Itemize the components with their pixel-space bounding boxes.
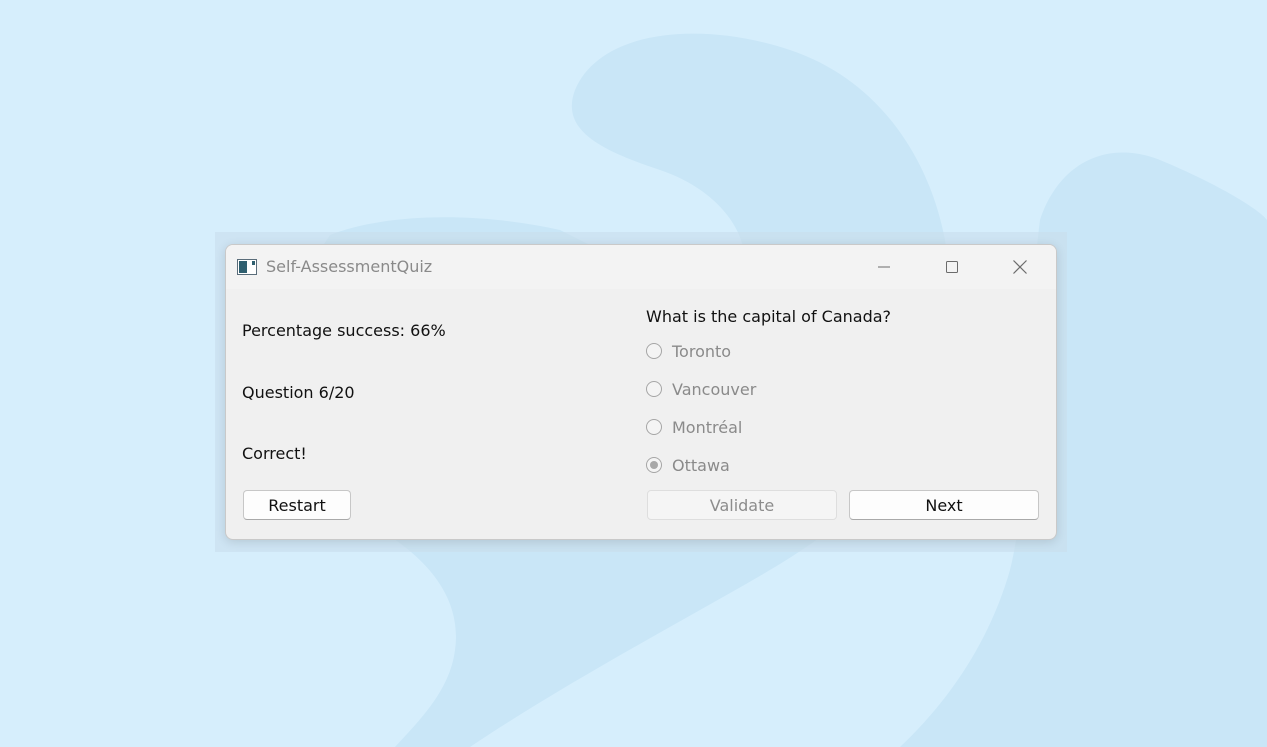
percentage-success-label: Percentage success: 66%: [242, 321, 446, 340]
next-button[interactable]: Next: [849, 490, 1039, 520]
close-button[interactable]: [986, 245, 1054, 289]
minimize-button[interactable]: [850, 245, 918, 289]
window-title: Self-AssessmentQuiz: [266, 257, 433, 276]
option-label: Montréal: [672, 417, 743, 437]
question-counter-label: Question 6/20: [242, 383, 355, 402]
option-toronto[interactable]: Toronto: [646, 340, 731, 362]
feedback-label: Correct!: [242, 444, 307, 463]
window-app-icon: [237, 259, 257, 275]
quiz-window: Self-AssessmentQuiz Percentage success: …: [225, 244, 1057, 540]
option-vancouver[interactable]: Vancouver: [646, 378, 756, 400]
radio-montreal[interactable]: [646, 419, 662, 435]
title-bar[interactable]: Self-AssessmentQuiz: [226, 245, 1056, 289]
restart-button[interactable]: Restart: [243, 490, 351, 520]
desktop-background: Self-AssessmentQuiz Percentage success: …: [0, 0, 1267, 747]
option-label: Toronto: [672, 341, 732, 361]
option-ottawa[interactable]: Ottawa: [646, 454, 730, 476]
validate-button[interactable]: Validate: [647, 490, 837, 520]
question-text: What is the capital of Canada?: [646, 307, 892, 326]
close-icon: [1013, 260, 1027, 274]
maximize-button[interactable]: [918, 245, 986, 289]
minimize-icon: [878, 266, 890, 268]
radio-toronto[interactable]: [646, 343, 662, 359]
option-label: Ottawa: [672, 455, 730, 475]
radio-vancouver[interactable]: [646, 381, 662, 397]
option-label: Vancouver: [672, 379, 757, 399]
radio-ottawa[interactable]: [646, 457, 662, 473]
option-montreal[interactable]: Montréal: [646, 416, 742, 438]
maximize-icon: [946, 261, 958, 273]
